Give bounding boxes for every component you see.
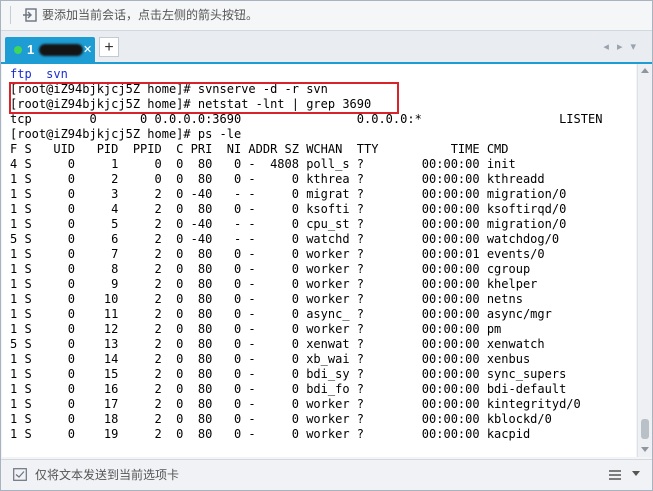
terminal-line: ftp svn — [10, 67, 68, 81]
terminal-window: 要添加当前会话，点击左侧的箭头按钮。 1 ✕ + ◂▸▾ ftp svn [roo… — [0, 0, 653, 491]
session-tab-1[interactable]: 1 ✕ — [5, 37, 95, 63]
send-text-bar: 仅将文本发送到当前选项卡 — [1, 459, 652, 490]
terminal-line: 4 S 0 1 0 0 80 0 - 4808 poll_s ? 00:00:0… — [10, 157, 516, 171]
terminal-line: [root@iZ94bjkjcj5Z home]# netstat -lnt |… — [10, 97, 372, 111]
chevron-down-icon[interactable] — [632, 471, 640, 476]
terminal-line: [root@iZ94bjkjcj5Z home]# svnserve -d -r… — [10, 82, 328, 96]
tab-list-icon[interactable]: ▾ — [630, 41, 644, 53]
terminal-line: 5 S 0 13 2 0 80 0 - 0 xenwat ? 00:00:00 … — [10, 337, 545, 351]
terminal-line: 1 S 0 10 2 0 80 0 - 0 worker ? 00:00:00 … — [10, 292, 523, 306]
hint-separator — [10, 6, 11, 24]
terminal-line: 1 S 0 2 0 0 80 0 - 0 kthrea ? 00:00:00 k… — [10, 172, 545, 186]
keyboard-icon — [13, 468, 27, 481]
terminal-line: 1 S 0 5 2 0 -40 - - 0 cpu_st ? 00:00:00 … — [10, 217, 567, 231]
terminal-line: 1 S 0 12 2 0 80 0 - 0 worker ? 00:00:00 … — [10, 322, 502, 336]
terminal-line: 1 S 0 7 2 0 80 0 - 0 worker ? 00:00:01 e… — [10, 247, 545, 261]
terminal-line: 1 S 0 11 2 0 80 0 - 0 async_ ? 00:00:00 … — [10, 307, 552, 321]
tab-bar: 1 ✕ + ◂▸▾ — [1, 31, 652, 63]
tab-navigation: ◂▸▾ — [603, 40, 644, 53]
close-tab-icon[interactable]: ✕ — [83, 42, 92, 58]
scroll-down-icon[interactable] — [641, 447, 649, 452]
terminal-line: 1 S 0 19 2 0 80 0 - 0 worker ? 00:00:00 … — [10, 427, 531, 441]
arrow-into-box-icon[interactable] — [22, 7, 38, 23]
terminal-line: 1 S 0 17 2 0 80 0 - 0 worker ? 00:00:00 … — [10, 397, 581, 411]
terminal-line: 1 S 0 15 2 0 80 0 - 0 bdi_sy ? 00:00:00 … — [10, 367, 567, 381]
prev-tab-icon[interactable]: ◂ — [603, 41, 617, 53]
terminal-line: 1 S 0 16 2 0 80 0 - 0 bdi_fo ? 00:00:00 … — [10, 382, 567, 396]
terminal-line: 1 S 0 3 2 0 -40 - - 0 migrat ? 00:00:00 … — [10, 187, 567, 201]
terminal-line: tcp 0 0 0.0.0.0:3690 0.0.0.0:* LISTEN — [10, 112, 603, 126]
redacted-host-name — [39, 44, 83, 56]
terminal-lines: ftp svn [root@iZ94bjkjcj5Z home]# svnserv… — [10, 67, 602, 442]
scroll-thumb[interactable] — [641, 419, 649, 439]
scroll-up-icon[interactable] — [641, 68, 649, 73]
session-hint-bar: 要添加当前会话，点击左侧的箭头按钮。 — [1, 1, 652, 31]
terminal-line: 1 S 0 14 2 0 80 0 - 0 xb_wai ? 00:00:00 … — [10, 352, 531, 366]
terminal-scrollbar[interactable] — [637, 64, 652, 457]
add-tab-button[interactable]: + — [99, 37, 119, 57]
tab-number: 1 — [27, 42, 35, 57]
next-tab-icon[interactable]: ▸ — [617, 41, 631, 53]
terminal-line: 1 S 0 4 2 0 80 0 - 0 ksofti ? 00:00:00 k… — [10, 202, 567, 216]
connection-status-dot — [14, 46, 22, 54]
terminal-line: [root@iZ94bjkjcj5Z home]# ps -le — [10, 127, 242, 141]
terminal-line: 1 S 0 8 2 0 80 0 - 0 worker ? 00:00:00 c… — [10, 262, 531, 276]
hamburger-menu-icon[interactable] — [609, 469, 621, 481]
terminal-line: 1 S 0 18 2 0 80 0 - 0 worker ? 00:00:00 … — [10, 412, 552, 426]
terminal-output[interactable]: ftp svn [root@iZ94bjkjcj5Z home]# svnserv… — [2, 64, 636, 457]
send-to-current-tab-label[interactable]: 仅将文本发送到当前选项卡 — [35, 467, 179, 483]
hint-text: 要添加当前会话，点击左侧的箭头按钮。 — [42, 8, 259, 22]
terminal-line: 5 S 0 6 2 0 -40 - - 0 watchd ? 00:00:00 … — [10, 232, 560, 246]
terminal-line: 1 S 0 9 2 0 80 0 - 0 worker ? 00:00:00 k… — [10, 277, 538, 291]
terminal-line: F S UID PID PPID C PRI NI ADDR SZ WCHAN … — [10, 142, 509, 156]
